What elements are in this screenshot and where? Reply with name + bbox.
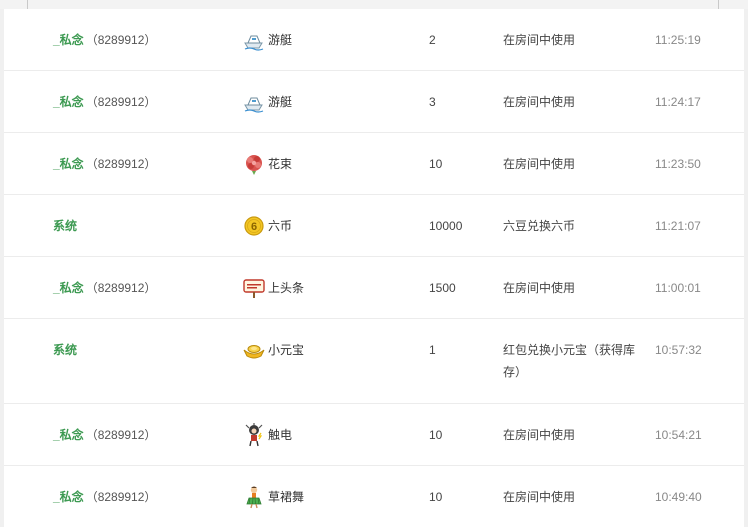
timestamp: 11:21:07 [655, 219, 701, 233]
electric-shock-icon [242, 423, 266, 447]
sender-name-link[interactable]: _私念 [53, 33, 84, 47]
sender-name-link[interactable]: _私念 [53, 490, 84, 504]
gift-cell: 触电 [242, 423, 292, 447]
table-row: _私念 （8289912） 上头条 1500 在房间中使用 11:00:01 [4, 257, 744, 319]
table-row: _私念 （8289912） 草裙舞 10 在房间中使用 10:49:40 [4, 466, 744, 527]
timestamp: 11:00:01 [655, 281, 701, 295]
sender-cell: 系统 [53, 339, 79, 361]
gift-cell: 花束 [242, 152, 292, 176]
timestamp: 10:49:40 [655, 490, 702, 504]
gift-name: 小元宝 [268, 343, 305, 357]
sender-cell: _私念 （8289912） [53, 29, 156, 51]
timestamp: 11:25:19 [655, 33, 701, 47]
table-row: 系统 小元宝 1 红包兑换小元宝（获得库存） 10:57:32 [4, 319, 744, 404]
table-row: _私念 （8289912） 游艇 3 在房间中使用 11:24:17 [4, 71, 744, 133]
quantity: 3 [429, 95, 436, 109]
gift-cell: 上头条 [242, 276, 304, 300]
sender-name-link[interactable]: _私念 [53, 95, 84, 109]
sender-id: （8289912） [85, 33, 157, 47]
sender-name-link[interactable]: 系统 [53, 343, 77, 357]
usage-description: 在房间中使用 [503, 95, 576, 109]
gift-name: 游艇 [268, 33, 293, 47]
sender-id: （8289912） [85, 281, 157, 295]
gift-cell: 小元宝 [242, 338, 304, 362]
table-row: _私念 （8289912） 游艇 2 在房间中使用 11:25:19 [4, 9, 744, 71]
quantity: 10 [429, 428, 443, 442]
sender-id: （8289912） [85, 428, 157, 442]
quantity: 1 [429, 343, 436, 357]
gift-cell: 游艇 [242, 90, 292, 114]
sender-cell: _私念 （8289912） [53, 277, 156, 299]
yacht-icon [242, 90, 266, 114]
quantity: 10000 [429, 219, 463, 233]
headline-sign-icon [242, 276, 266, 300]
table-row: 系统 6 六币 10000 六豆兑换六币 11:21:07 [4, 195, 744, 257]
usage-description: 在房间中使用 [503, 490, 576, 504]
gift-cell: 草裙舞 [242, 485, 304, 509]
table-row: _私念 （8289912） 花束 10 在房间中使用 11:23:50 [4, 133, 744, 195]
sender-name-link[interactable]: 系统 [53, 219, 77, 233]
usage-description: 在房间中使用 [503, 428, 576, 442]
hula-dancer-icon [242, 485, 266, 509]
sender-cell: _私念 （8289912） [53, 91, 156, 113]
bouquet-icon [242, 152, 266, 176]
sender-name-link[interactable]: _私念 [53, 281, 84, 295]
top-strip [0, 0, 748, 9]
quantity: 10 [429, 490, 443, 504]
gift-name: 上头条 [268, 281, 305, 295]
gift-name: 花束 [268, 157, 293, 171]
sender-cell: _私念 （8289912） [53, 486, 156, 508]
usage-description: 六豆兑换六币 [503, 219, 576, 233]
yacht-icon [242, 28, 266, 52]
quantity: 1500 [429, 281, 456, 295]
timestamp: 10:57:32 [655, 343, 702, 357]
gift-cell: 6 六币 [242, 214, 292, 238]
usage-description: 在房间中使用 [503, 33, 576, 47]
sender-id: （8289912） [85, 490, 157, 504]
gold-ingot-icon [242, 338, 266, 362]
sender-id: （8289912） [85, 157, 157, 171]
timestamp: 11:24:17 [655, 95, 701, 109]
timestamp: 11:23:50 [655, 157, 701, 171]
svg-text:6: 6 [251, 221, 257, 233]
gift-name: 六币 [268, 219, 293, 233]
gift-name: 游艇 [268, 95, 293, 109]
quantity: 2 [429, 33, 436, 47]
usage-description: 在房间中使用 [503, 157, 576, 171]
sender-cell: _私念 （8289912） [53, 153, 156, 175]
sender-cell: _私念 （8289912） [53, 424, 156, 446]
usage-description: 红包兑换小元宝（获得库存） [503, 343, 636, 379]
table-row: _私念 （8289912） 触电 10 在房间中使用 10:54:21 [4, 404, 744, 466]
sender-name-link[interactable]: _私念 [53, 157, 84, 171]
gift-name: 触电 [268, 428, 293, 442]
sender-id: （8289912） [85, 95, 157, 109]
gift-name: 草裙舞 [268, 490, 305, 504]
six-coin-icon: 6 [242, 214, 266, 238]
gift-cell: 游艇 [242, 28, 292, 52]
timestamp: 10:54:21 [655, 428, 702, 442]
gift-record-list: _私念 （8289912） 游艇 2 在房间中使用 11:25:19 _私念 （82… [4, 9, 744, 527]
sender-cell: 系统 [53, 215, 79, 237]
quantity: 10 [429, 157, 443, 171]
sender-name-link[interactable]: _私念 [53, 428, 84, 442]
usage-description: 在房间中使用 [503, 281, 576, 295]
